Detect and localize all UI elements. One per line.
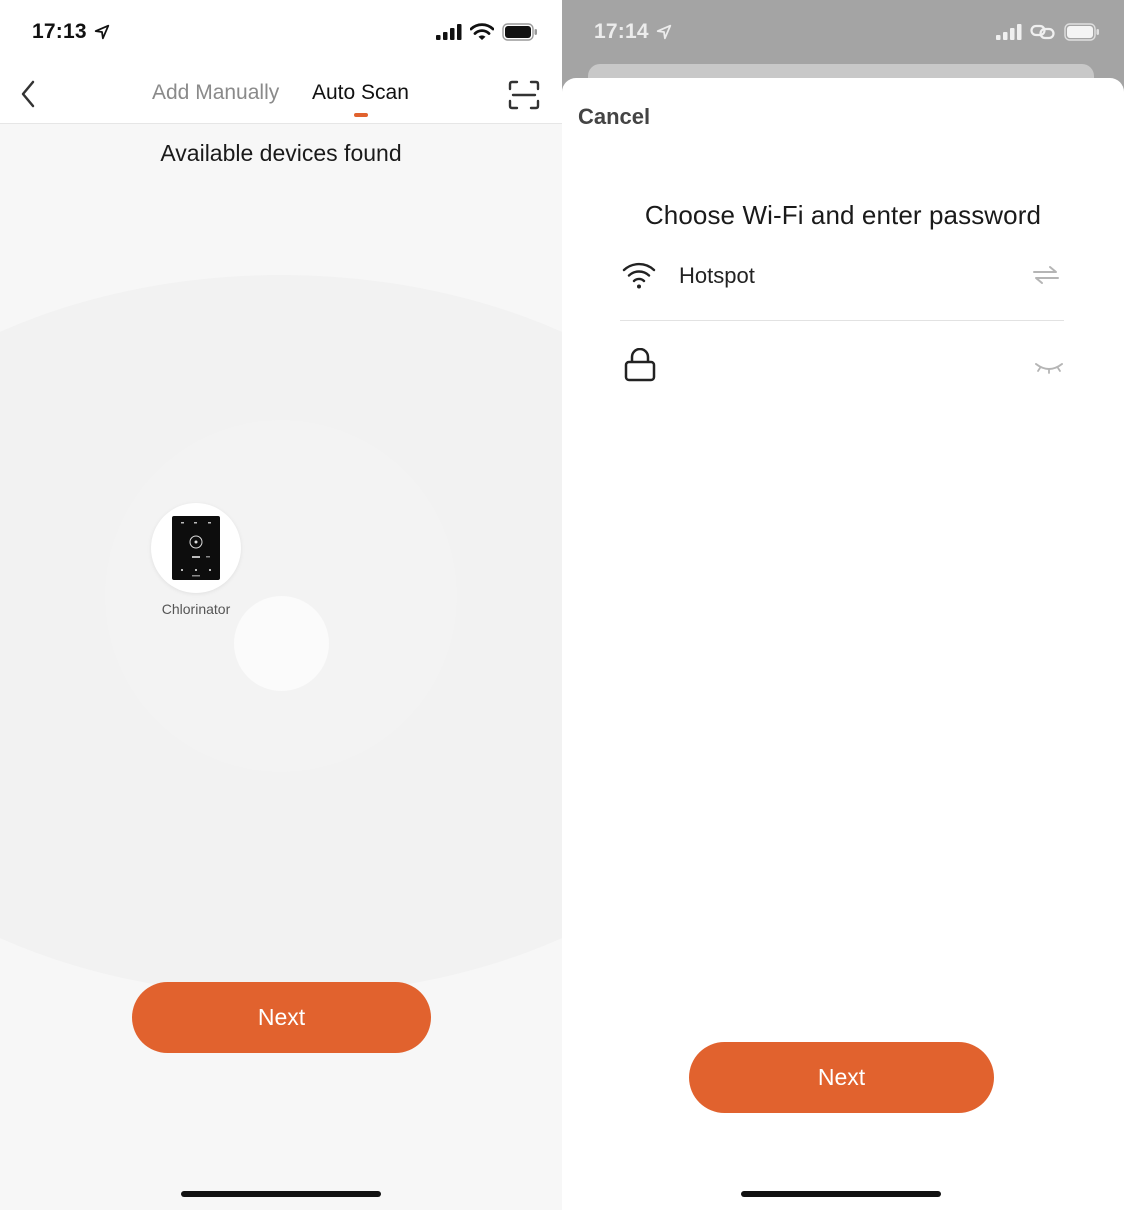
status-time: 17:14 (594, 20, 649, 43)
sheet-title: Choose Wi-Fi and enter password (644, 200, 1042, 230)
scan-frame-icon (508, 80, 540, 110)
cellular-signal-icon (996, 24, 1022, 40)
home-indicator (741, 1191, 941, 1197)
status-icons (996, 23, 1100, 41)
tab-auto-scan[interactable]: Auto Scan (312, 81, 409, 105)
active-tab-indicator (354, 113, 368, 117)
divider (620, 320, 1064, 321)
device-thumbnail (151, 503, 241, 593)
wifi-setup-screen: 17:14 Cancel Choose Wi-Fi and enter pass… (562, 0, 1124, 1210)
hotspot-link-icon (1030, 24, 1055, 40)
tab-add-manually[interactable]: Add Manually (152, 81, 279, 105)
password-input[interactable] (676, 346, 1016, 386)
password-row (620, 336, 1064, 406)
wifi-network-selector[interactable]: Hotspot (620, 253, 1064, 321)
nav-bar: Add Manually Auto Scan (0, 66, 562, 124)
cellular-signal-icon (436, 24, 462, 40)
status-bar: 17:14 (562, 0, 1124, 66)
switch-arrows-icon[interactable] (1032, 265, 1060, 285)
next-button[interactable]: Next (689, 1042, 994, 1113)
cancel-button[interactable]: Cancel (578, 104, 650, 130)
device-item[interactable]: Chlorinator (150, 503, 242, 617)
battery-icon (1064, 23, 1099, 41)
location-arrow-icon (656, 24, 671, 40)
status-time-group: 17:13 (32, 20, 111, 44)
lock-icon (624, 348, 656, 382)
wifi-sheet: Cancel Choose Wi-Fi and enter password H… (562, 78, 1124, 1210)
add-device-screen: 17:13 Add Manually Auto Scan Available d… (0, 0, 562, 1210)
wifi-icon (470, 23, 494, 40)
radar-center (234, 596, 329, 691)
location-arrow-icon (94, 24, 109, 40)
next-button[interactable]: Next (132, 982, 431, 1053)
device-name: Chlorinator (161, 601, 231, 617)
status-icons (436, 23, 538, 41)
status-time: 17:13 (32, 20, 87, 43)
chevron-left-icon (21, 80, 35, 108)
page-title: Available devices found (160, 140, 402, 166)
scan-button[interactable] (508, 80, 540, 110)
status-bar: 17:13 (0, 0, 562, 66)
status-time-group: 17:14 (594, 20, 673, 44)
home-indicator (181, 1191, 381, 1197)
eye-closed-icon[interactable] (1034, 360, 1064, 376)
back-button[interactable] (14, 78, 42, 110)
wifi-network-name: Hotspot (679, 263, 755, 288)
battery-icon (502, 23, 537, 41)
chlorinator-device-icon (172, 516, 220, 580)
wifi-icon (622, 262, 656, 289)
